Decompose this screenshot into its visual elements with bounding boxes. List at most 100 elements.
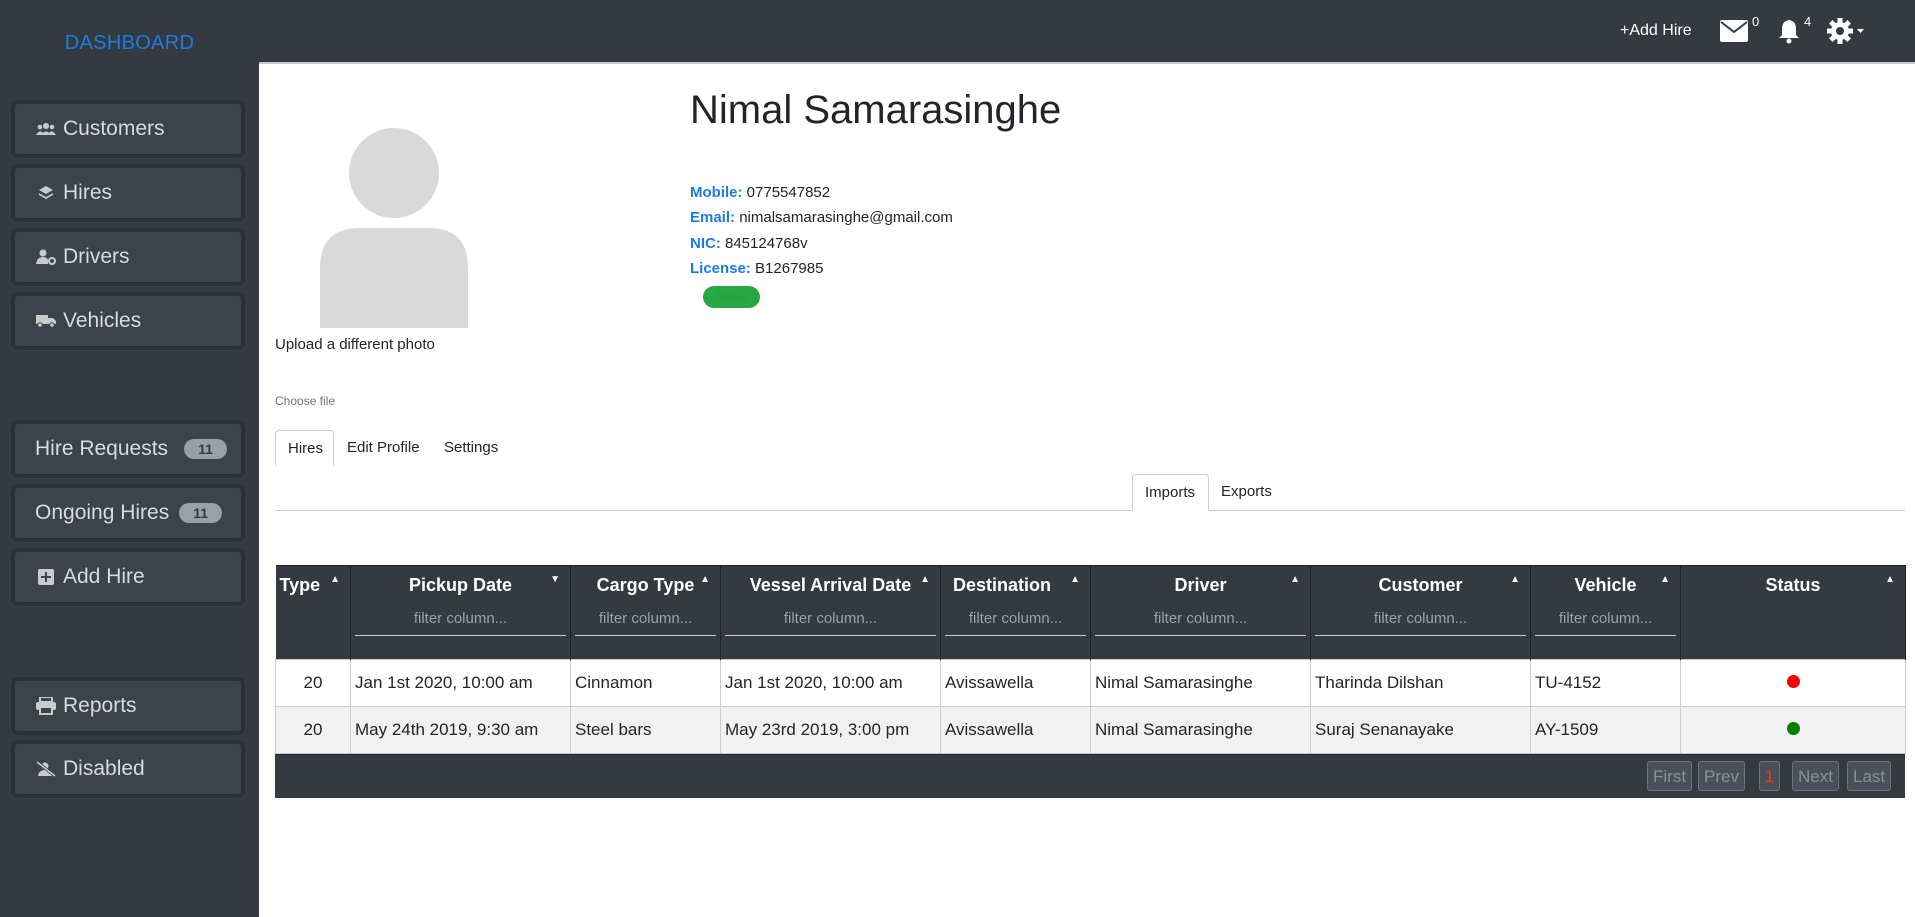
sidebar-item-label: Hires xyxy=(63,181,113,204)
first-page-button[interactable]: First xyxy=(1647,761,1693,791)
mobile-row: Mobile: 0775547852 xyxy=(690,184,830,201)
hires-table: Type ▲ Pickup Date ▼ filter column... Ca… xyxy=(275,565,1906,754)
cell-cargo-type: Cinnamon xyxy=(570,659,721,707)
add-hire-link[interactable]: +Add Hire xyxy=(1620,22,1692,40)
cell-type: 20 xyxy=(275,659,351,707)
cell-vehicle: TU-4152 xyxy=(1530,659,1681,707)
sidebar-item-label: Drivers xyxy=(63,245,130,268)
column-header-destination[interactable]: Destination ▲ filter column... xyxy=(940,565,1091,660)
filter-input[interactable]: filter column... xyxy=(1535,610,1676,636)
column-header-customer[interactable]: Customer ▲ filter column... xyxy=(1310,565,1531,660)
table-row[interactable]: 20 Jan 1st 2020, 10:00 am Cinnamon Jan 1… xyxy=(275,659,1906,707)
cell-destination: Avissawella xyxy=(940,706,1091,754)
layers-icon xyxy=(35,184,57,202)
cell-status xyxy=(1680,706,1906,754)
sort-down-icon[interactable]: ▼ xyxy=(550,574,560,585)
table-row[interactable]: 20 May 24th 2019, 9:30 am Steel bars May… xyxy=(275,706,1906,754)
tab-hires[interactable]: Hires xyxy=(275,430,334,466)
user-cog-icon xyxy=(35,248,57,266)
sidebar-item-label: Customers xyxy=(63,117,165,140)
last-page-button[interactable]: Last xyxy=(1847,761,1892,791)
cell-customer: Tharinda Dilshan xyxy=(1310,659,1531,707)
sidebar-item-customers[interactable]: Customers xyxy=(11,100,245,158)
column-title: Vehicle xyxy=(1574,575,1637,595)
tab-exports[interactable]: Exports xyxy=(1209,474,1284,510)
tab-settings[interactable]: Settings xyxy=(432,430,510,466)
hire-type-tabs: Imports Exports xyxy=(275,474,1905,511)
avatar xyxy=(320,128,468,333)
sort-up-icon[interactable]: ▲ xyxy=(1660,574,1670,585)
license-value: B1267985 xyxy=(755,260,824,277)
cell-driver: Nimal Samarasinghe xyxy=(1090,706,1311,754)
column-header-status[interactable]: Status ▲ xyxy=(1680,565,1906,660)
column-title: Driver xyxy=(1174,575,1227,595)
sidebar-item-vehicles[interactable]: Vehicles xyxy=(11,292,245,350)
sort-up-icon[interactable]: ▲ xyxy=(1290,574,1300,585)
messages-count: 0 xyxy=(1752,14,1760,29)
sidebar-item-hires[interactable]: Hires xyxy=(11,164,245,222)
sidebar: DASHBOARD Customers Hires Drivers Vehicl… xyxy=(0,0,259,917)
email-row: Email: nimalsamarasinghe@gmail.com xyxy=(690,209,953,226)
sidebar-item-reports[interactable]: Reports xyxy=(11,677,245,735)
status-dot xyxy=(1786,675,1800,688)
page-1-button[interactable]: 1 xyxy=(1759,761,1780,791)
mobile-value: 0775547852 xyxy=(746,184,831,201)
sort-up-icon[interactable]: ▲ xyxy=(1885,574,1895,585)
status-badge: Active xyxy=(703,286,760,308)
column-title: Pickup Date xyxy=(408,575,513,595)
sort-up-icon[interactable]: ▲ xyxy=(700,574,710,585)
nic-row: NIC: 845124768v xyxy=(690,235,808,252)
truck-icon xyxy=(35,312,57,330)
notifications-count: 4 xyxy=(1804,14,1812,29)
filter-input[interactable]: filter column... xyxy=(355,610,566,636)
tab-imports[interactable]: Imports xyxy=(1132,474,1209,511)
next-page-button[interactable]: Next xyxy=(1792,761,1839,791)
column-header-cargo-type[interactable]: Cargo Type ▲ filter column... xyxy=(570,565,721,660)
filter-input[interactable]: filter column... xyxy=(575,610,716,636)
column-header-pickup-date[interactable]: Pickup Date ▼ filter column... xyxy=(350,565,571,660)
column-header-driver[interactable]: Driver ▲ filter column... xyxy=(1090,565,1311,660)
users-icon xyxy=(35,120,57,138)
filter-input[interactable]: filter column... xyxy=(945,610,1086,636)
sort-up-icon[interactable]: ▲ xyxy=(1070,574,1080,585)
filter-input[interactable]: filter column... xyxy=(725,610,936,636)
license-row: License: B1267985 xyxy=(690,260,823,277)
envelope-icon[interactable] xyxy=(1720,20,1748,47)
filter-input[interactable]: filter column... xyxy=(1095,610,1306,636)
column-title: Status xyxy=(1765,575,1821,595)
bell-icon[interactable] xyxy=(1778,18,1800,49)
column-title: Cargo Type xyxy=(596,575,695,595)
sidebar-item-label: Ongoing Hires xyxy=(35,501,170,524)
cell-status xyxy=(1680,659,1906,707)
status-dot xyxy=(1786,722,1800,735)
cell-vehicle: AY-1509 xyxy=(1530,706,1681,754)
column-header-vessel-arrival-date[interactable]: Vessel Arrival Date ▲ filter column... xyxy=(720,565,941,660)
choose-file-input[interactable]: Choose file xyxy=(275,394,335,408)
user-slash-icon xyxy=(35,760,57,778)
cell-vessel-arrival-date: May 23rd 2019, 3:00 pm xyxy=(720,706,941,754)
sidebar-item-drivers[interactable]: Drivers xyxy=(11,228,245,286)
nic-value: 845124768v xyxy=(725,235,808,252)
column-header-vehicle[interactable]: Vehicle ▲ filter column... xyxy=(1530,565,1681,660)
sidebar-item-ongoing-hires[interactable]: Ongoing Hires 11 xyxy=(11,484,245,542)
gear-icon[interactable] xyxy=(1826,16,1866,51)
sort-up-icon[interactable]: ▲ xyxy=(920,574,930,585)
sidebar-item-add-hire[interactable]: Add Hire xyxy=(11,548,245,606)
sort-up-icon[interactable]: ▲ xyxy=(1510,574,1520,585)
prev-page-button[interactable]: Prev xyxy=(1698,761,1745,791)
column-title: Vessel Arrival Date xyxy=(749,575,912,595)
sidebar-item-disabled[interactable]: Disabled xyxy=(11,740,245,798)
topbar: +Add Hire 0 4 xyxy=(259,0,1915,64)
email-label: Email: xyxy=(690,209,736,226)
cell-driver: Nimal Samarasinghe xyxy=(1090,659,1311,707)
filter-input[interactable]: filter column... xyxy=(1315,610,1526,636)
cell-destination: Avissawella xyxy=(940,659,1091,707)
count-badge: 11 xyxy=(179,503,223,523)
dashboard-link[interactable]: DASHBOARD xyxy=(0,32,259,55)
tab-edit-profile[interactable]: Edit Profile xyxy=(335,430,432,466)
sidebar-item-hire-requests[interactable]: Hire Requests 11 xyxy=(11,420,245,478)
license-label: License: xyxy=(690,260,751,277)
sidebar-item-label: Vehicles xyxy=(63,309,142,332)
sort-up-icon[interactable]: ▲ xyxy=(330,574,340,585)
column-header-type[interactable]: Type ▲ xyxy=(275,565,351,660)
